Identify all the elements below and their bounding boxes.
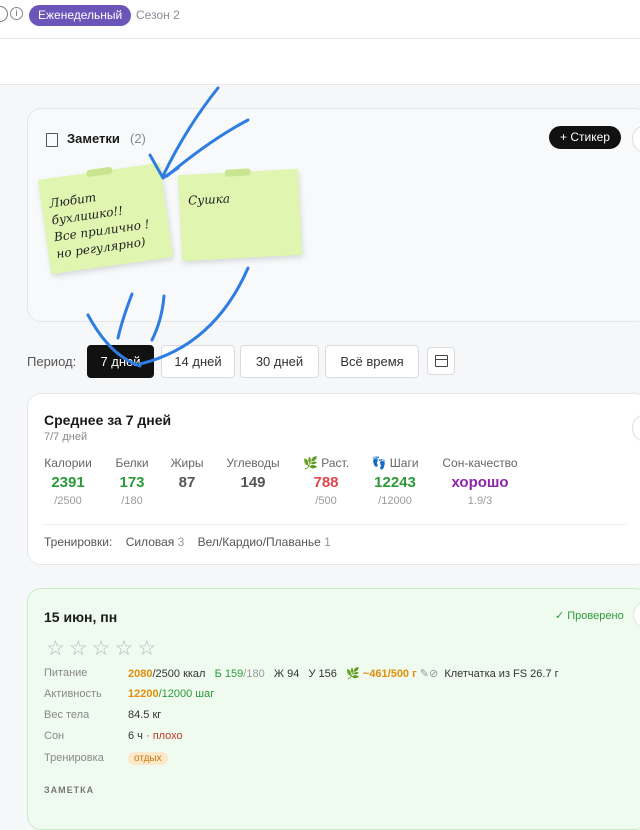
plants-goal: /500 г (387, 668, 417, 680)
footprints-icon: 👣 (371, 456, 387, 470)
sticky-note-line: Сушка (187, 191, 231, 208)
training-count: 1 (324, 535, 331, 549)
average-subtitle: 7/7 дней (44, 431, 88, 443)
leaf-icon: 🌿 (346, 668, 360, 680)
weight-value: 84.5 кг (128, 709, 162, 721)
star-icon[interactable]: ☆ (69, 637, 92, 660)
star-icon[interactable]: ☆ (46, 637, 69, 660)
steps-value: 12200 (128, 688, 159, 700)
metric-plants: 🌿 Раст. 788 /500 (286, 456, 366, 507)
rating-stars[interactable]: ☆☆☆☆☆ (46, 636, 160, 661)
notes-count: (2) (130, 131, 146, 146)
sleep-row: Сон 6 ч · плохо (44, 730, 183, 742)
steps-goal: /12000 шаг (158, 688, 215, 700)
protein-goal: /180 (243, 668, 265, 680)
row-label: Активность (44, 688, 102, 700)
edit-icons[interactable]: ✎⊘ (420, 668, 438, 680)
frequency-badge[interactable]: Еженедельный (29, 5, 132, 26)
average-menu-button[interactable] (632, 414, 640, 442)
metric-value: 12243 (374, 474, 416, 491)
info-icon[interactable]: i (10, 7, 23, 20)
period-14-days-button[interactable]: 14 дней (161, 345, 235, 378)
notes-title: Заметки (67, 131, 120, 146)
sleep-quality: · плохо (145, 730, 183, 742)
period-7-days-button[interactable]: 7 дней (87, 345, 154, 378)
metric-value: хорошо (451, 474, 509, 491)
metric-carbs: Углеводы 149 (213, 456, 293, 492)
metric-value: 788 (313, 474, 339, 491)
trainings-label: Тренировки: (44, 535, 113, 549)
season-label: Сезон 2 (136, 8, 180, 22)
star-icon[interactable]: ☆ (137, 637, 160, 660)
fiber-value: Клетчатка из FS 26.7 г (444, 668, 559, 680)
sticky-tab (224, 168, 251, 177)
row-label: Питание (44, 667, 88, 679)
metric-label: Раст. (321, 456, 350, 470)
metric-goal: 1.9/3 (467, 495, 493, 507)
row-label: Сон (44, 730, 65, 742)
notes-menu-button[interactable] (632, 125, 640, 153)
protein-value: Б 159 (214, 668, 244, 680)
weight-row: Вес тела 84.5 кг (44, 709, 161, 721)
nutrition-row: Питание 2080/2500 ккал Б 159/180 Ж 94 У … (44, 667, 559, 680)
training-row: Тренировка отдых (44, 752, 168, 765)
calories-value: 2080 (128, 668, 153, 680)
metric-label: Углеводы (226, 456, 280, 470)
average-card: Среднее за 7 дней 7/7 дней Калории 2391 … (27, 393, 640, 565)
divider (44, 524, 626, 525)
activity-row: Активность 12200/12000 шаг (44, 688, 214, 700)
verified-status: ✓ Проверено (555, 610, 624, 622)
metric-goal: /500 (315, 495, 337, 507)
add-sticker-button[interactable]: + Стикер (549, 126, 621, 149)
metric-label: Сон-качество (442, 456, 518, 470)
sub-header-strip (0, 39, 640, 85)
average-title: Среднее за 7 дней (44, 412, 172, 428)
sleep-value: 6 ч (128, 730, 143, 742)
top-bar: i Еженедельный Сезон 2 (0, 0, 640, 39)
metric-value: 149 (240, 474, 266, 491)
metric-goal: /12000 (378, 495, 412, 507)
document-icon (46, 133, 58, 147)
star-icon[interactable]: ☆ (92, 637, 115, 660)
calendar-button[interactable] (427, 347, 455, 375)
trainings-summary: Тренировки: Силовая 3 Вел/Кардио/Плавань… (44, 535, 331, 549)
period-all-time-button[interactable]: Всё время (325, 345, 419, 378)
calendar-icon (435, 355, 448, 367)
training-name: Вел/Кардио/Плаванье (197, 535, 321, 549)
metric-label: Шаги (389, 456, 419, 470)
sticky-note[interactable]: Любит бухлишко!! Все прилично ! но регул… (37, 162, 174, 275)
metric-sleep-quality: Сон-качество хорошо 1.9/3 (440, 456, 520, 507)
day-menu-button[interactable] (633, 601, 640, 629)
note-section-label: ЗАМЕТКА (44, 785, 95, 795)
avatar[interactable] (0, 6, 8, 22)
calories-goal: /2500 ккал (152, 668, 206, 680)
fat-value: Ж 94 (273, 668, 300, 680)
star-icon[interactable]: ☆ (114, 637, 137, 660)
day-title: 15 июн, пн (44, 609, 118, 625)
carbs-value: У 156 (308, 668, 337, 680)
row-label: Вес тела (44, 709, 90, 721)
day-card: 15 июн, пн ✓ Проверено ☆☆☆☆☆ Питание 208… (27, 588, 640, 830)
metric-steps: 👣 Шаги 12243 /12000 (355, 456, 435, 507)
plants-value: ~461 (362, 668, 388, 680)
training-count: 3 (177, 535, 185, 549)
training-name: Силовая (125, 535, 175, 549)
leaf-icon: 🌿 (302, 456, 318, 470)
sticky-note[interactable]: Сушка (177, 168, 303, 262)
metric-goal: /180 (121, 495, 143, 507)
period-label: Период: (27, 354, 77, 369)
row-label: Тренировка (44, 752, 104, 764)
period-30-days-button[interactable]: 30 дней (240, 345, 319, 378)
training-badge: отдых (128, 752, 168, 765)
